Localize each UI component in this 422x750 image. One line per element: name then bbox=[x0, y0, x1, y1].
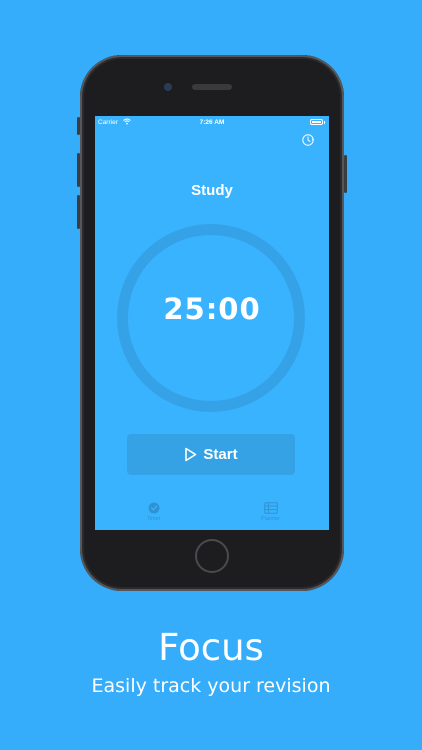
phone-frame: Carrier 7:26 AM Study 25:00 Start Timer … bbox=[77, 55, 347, 591]
status-bar: Carrier 7:26 AM bbox=[95, 116, 329, 130]
status-time: 7:26 AM bbox=[199, 119, 225, 126]
play-icon bbox=[185, 447, 197, 462]
start-button[interactable]: Start bbox=[127, 434, 295, 475]
timer-display: 25:00 bbox=[163, 292, 261, 326]
timer-icon bbox=[148, 502, 159, 514]
mode-title: Study bbox=[191, 182, 233, 199]
planner-icon bbox=[263, 502, 278, 514]
clock-arrow-icon[interactable] bbox=[301, 133, 315, 147]
tab-bar: Timer Planner bbox=[95, 496, 329, 530]
start-label: Start bbox=[203, 446, 238, 463]
volume-down-button bbox=[77, 195, 80, 229]
mute-switch bbox=[77, 117, 80, 135]
tab-planner[interactable]: Planner bbox=[212, 496, 329, 530]
home-button[interactable] bbox=[195, 539, 229, 573]
battery-icon bbox=[310, 119, 323, 125]
app-screen: Carrier 7:26 AM Study 25:00 Start Timer … bbox=[95, 116, 329, 530]
front-camera bbox=[164, 83, 172, 91]
power-button bbox=[344, 155, 347, 193]
tab-timer[interactable]: Timer bbox=[95, 496, 212, 530]
tab-planner-label: Planner bbox=[261, 516, 280, 522]
caption-subtitle: Easily track your revision bbox=[91, 675, 331, 697]
battery-tip bbox=[323, 121, 325, 124]
earpiece-speaker bbox=[192, 84, 232, 90]
tab-timer-label: Timer bbox=[146, 516, 161, 522]
caption-title: Focus bbox=[158, 626, 264, 669]
volume-up-button bbox=[77, 153, 80, 187]
